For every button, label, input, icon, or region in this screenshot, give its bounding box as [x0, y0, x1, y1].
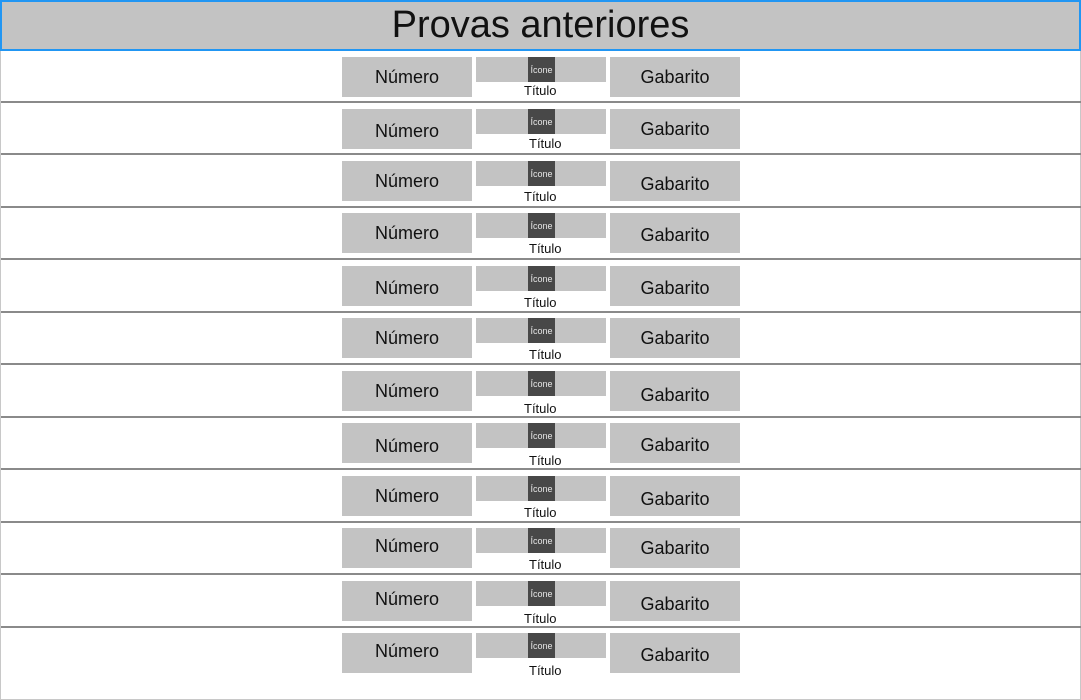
- gabarito-button[interactable]: Gabarito: [610, 161, 740, 201]
- gabarito-button[interactable]: Gabarito: [610, 266, 740, 306]
- title-label: Título: [524, 505, 557, 520]
- exam-row[interactable]: Número Ícone Título Gabarito: [1, 207, 1081, 259]
- exam-row[interactable]: Número Ícone Título Gabarito: [1, 417, 1081, 469]
- exam-icon[interactable]: Ícone: [528, 581, 555, 606]
- gabarito-button[interactable]: Gabarito: [610, 109, 740, 149]
- exam-icon[interactable]: Ícone: [528, 57, 555, 82]
- numero-cell[interactable]: Número: [342, 161, 472, 201]
- exam-row[interactable]: Número Ícone Título Gabarito: [1, 365, 1081, 417]
- title-label: Título: [529, 241, 562, 256]
- gabarito-button[interactable]: Gabarito: [610, 528, 740, 568]
- exam-icon[interactable]: Ícone: [528, 318, 555, 343]
- title-label: Título: [524, 189, 557, 204]
- exam-icon[interactable]: Ícone: [528, 528, 555, 553]
- numero-cell[interactable]: Número: [342, 528, 472, 568]
- title-label: Título: [524, 611, 557, 626]
- numero-cell[interactable]: Número: [342, 109, 472, 149]
- exam-row[interactable]: Número Ícone Título Gabarito: [1, 470, 1081, 522]
- exam-icon[interactable]: Ícone: [528, 476, 555, 501]
- numero-cell[interactable]: Número: [342, 476, 472, 516]
- exam-icon[interactable]: Ícone: [528, 633, 555, 658]
- gabarito-button[interactable]: Gabarito: [610, 476, 740, 516]
- exam-icon[interactable]: Ícone: [528, 161, 555, 186]
- gabarito-button[interactable]: Gabarito: [610, 633, 740, 673]
- exam-row[interactable]: Número Ícone Título Gabarito: [1, 155, 1081, 207]
- exam-row[interactable]: Número Ícone Título Gabarito: [1, 312, 1081, 364]
- title-label: Título: [524, 401, 557, 416]
- exam-row[interactable]: Número Ícone Título Gabarito: [1, 260, 1081, 312]
- exam-row[interactable]: Número Ícone Título Gabarito: [1, 522, 1081, 574]
- numero-cell[interactable]: Número: [342, 423, 472, 463]
- gabarito-button[interactable]: Gabarito: [610, 318, 740, 358]
- exam-row[interactable]: Número Ícone Título Gabarito: [1, 103, 1081, 155]
- exam-row[interactable]: Número Ícone Título Gabarito: [1, 51, 1081, 103]
- page-title: Provas anteriores: [0, 0, 1081, 51]
- gabarito-button[interactable]: Gabarito: [610, 581, 740, 621]
- numero-cell[interactable]: Número: [342, 213, 472, 253]
- gabarito-button[interactable]: Gabarito: [610, 213, 740, 253]
- title-label: Título: [524, 295, 557, 310]
- gabarito-button[interactable]: Gabarito: [610, 423, 740, 463]
- numero-cell[interactable]: Número: [342, 57, 472, 97]
- exam-row[interactable]: Número Ícone Título Gabarito: [1, 575, 1081, 627]
- numero-cell[interactable]: Número: [342, 318, 472, 358]
- numero-cell[interactable]: Número: [342, 633, 472, 673]
- numero-cell[interactable]: Número: [342, 266, 472, 306]
- title-label: Título: [529, 453, 562, 468]
- exam-icon[interactable]: Ícone: [528, 213, 555, 238]
- title-label: Título: [529, 347, 562, 362]
- exam-icon[interactable]: Ícone: [528, 423, 555, 448]
- title-label: Título: [529, 557, 562, 572]
- title-label: Título: [524, 83, 557, 98]
- title-label: Título: [529, 663, 562, 678]
- gabarito-button[interactable]: Gabarito: [610, 371, 740, 411]
- title-label: Título: [529, 136, 562, 151]
- exam-icon[interactable]: Ícone: [528, 266, 555, 291]
- exam-row[interactable]: Número Ícone Título Gabarito: [1, 627, 1081, 679]
- gabarito-button[interactable]: Gabarito: [610, 57, 740, 97]
- numero-cell[interactable]: Número: [342, 581, 472, 621]
- numero-cell[interactable]: Número: [342, 371, 472, 411]
- exam-icon[interactable]: Ícone: [528, 109, 555, 134]
- exam-icon[interactable]: Ícone: [528, 371, 555, 396]
